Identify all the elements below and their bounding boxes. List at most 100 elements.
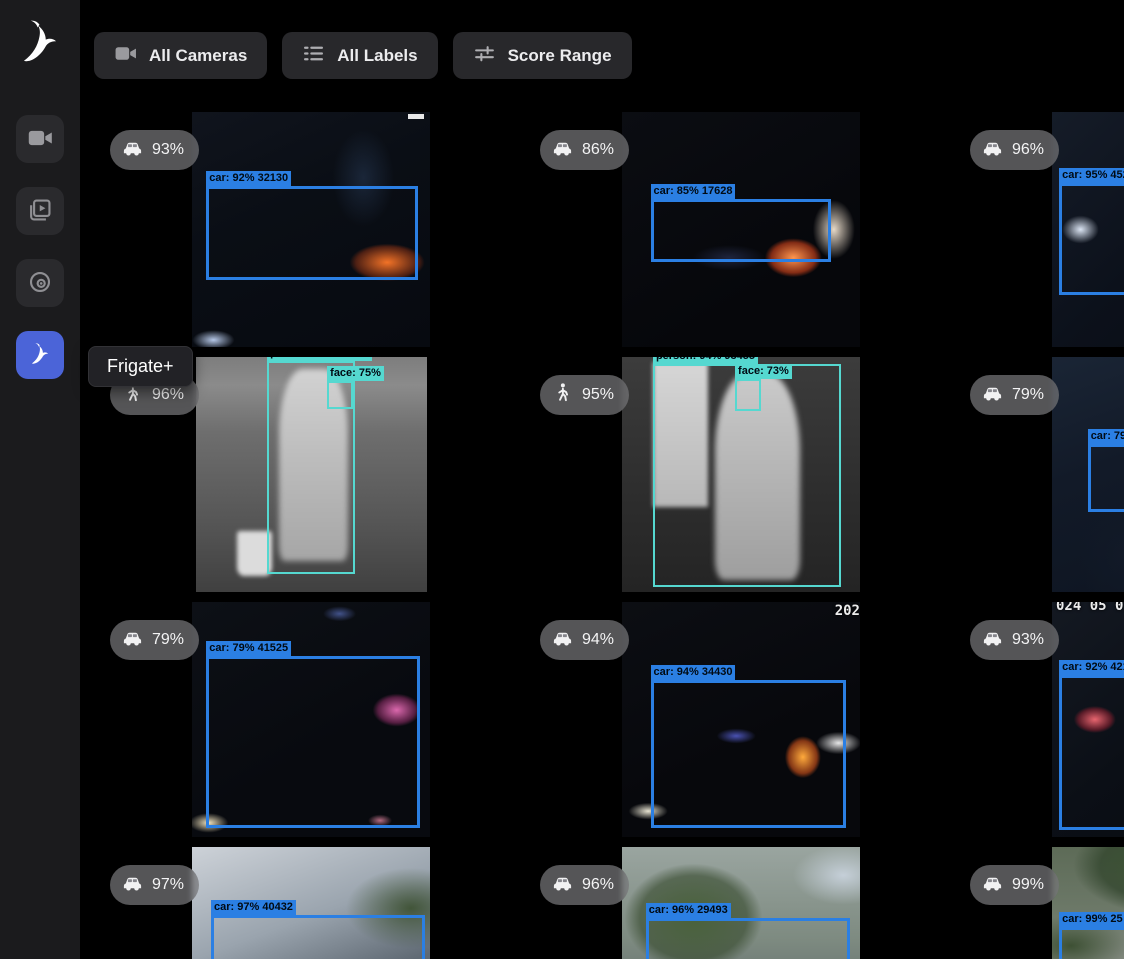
badge-score: 99% [1012, 876, 1044, 894]
event-thumbnail[interactable]: car: 92% 32130 [192, 112, 430, 347]
score-badge: 95% [540, 375, 629, 415]
camera-timestamp: 024 05 0 [1056, 602, 1123, 614]
car-icon [552, 627, 573, 653]
sidebar-item-review[interactable] [16, 187, 64, 235]
car-icon [122, 872, 143, 898]
detection-bbox [651, 680, 846, 828]
event-cell[interactable]: person: 94% 93455face: 73% 95% [526, 357, 956, 592]
filter-toolbar: All Cameras All Labels Score Range [94, 32, 632, 79]
badge-score: 93% [1012, 631, 1044, 649]
car-icon [982, 382, 1003, 408]
detection-bbox [651, 199, 832, 262]
list-icon [302, 42, 325, 70]
sidebar-item-exports[interactable] [16, 259, 64, 307]
event-cell[interactable]: car: 97% 40432 97% [96, 847, 526, 959]
event-thumbnail[interactable]: car: 79% [1052, 357, 1124, 592]
badge-score: 79% [152, 631, 184, 649]
event-grid: car: 92% 32130 93% car: 85% 17628 86% car: 9… [96, 112, 1124, 959]
score-badge: 93% [970, 620, 1059, 660]
person-icon [552, 382, 573, 408]
event-cell[interactable]: car: 96% 29493 96% [526, 847, 956, 959]
badge-score: 97% [152, 876, 184, 894]
car-icon [552, 872, 573, 898]
detection-label: car: 99% 25 [1059, 912, 1124, 927]
detection-bbox [1088, 444, 1124, 512]
event-cell[interactable]: car: 92% 4216 024 05 0 93% [956, 602, 1124, 837]
bird-icon [27, 341, 53, 370]
event-thumbnail[interactable]: car: 96% 29493 [622, 847, 860, 959]
badge-score: 93% [152, 141, 184, 159]
detection-label: car: 92% 4216 [1059, 660, 1124, 675]
event-cell[interactable]: person: 96% 91707 face: 75% 96% [96, 357, 526, 592]
detection-label: face: 73% [735, 364, 792, 379]
detection-label: car: 97% 40432 [211, 900, 296, 915]
event-cell[interactable]: car: 79% 79% [956, 357, 1124, 592]
car-icon [122, 137, 143, 163]
car-icon [982, 137, 1003, 163]
detection-label: person: 96% 91707 [267, 357, 372, 361]
event-thumbnail[interactable]: car: 94% 34430 202 [622, 602, 860, 837]
detection-label: car: 79% [1088, 429, 1124, 444]
detection-label: car: 92% 32130 [206, 171, 291, 186]
car-icon [552, 137, 573, 163]
content-area: All Cameras All Labels Score Range car: 92… [80, 0, 1124, 959]
filter-button-label: All Labels [337, 46, 417, 66]
sidebar-item-frigate-plus[interactable] [16, 331, 64, 379]
score-badge: 79% [970, 375, 1059, 415]
car-icon [122, 627, 143, 653]
detection-bbox [327, 381, 352, 409]
filter-button-label: All Cameras [149, 46, 247, 66]
frigate-logo[interactable] [17, 16, 63, 72]
event-cell[interactable]: car: 79% 41525 79% [96, 602, 526, 837]
detection-label: person: 94% 93455 [653, 357, 758, 364]
event-cell[interactable]: car: 95% 45260 96% [956, 112, 1124, 347]
detection-label: car: 96% 29493 [646, 903, 731, 918]
detection-bbox [206, 656, 420, 828]
badge-score: 95% [582, 386, 614, 404]
detection-label: car: 95% 45260 [1059, 168, 1124, 183]
event-thumbnail[interactable]: car: 95% 45260 [1052, 112, 1124, 347]
score-badge: 94% [540, 620, 629, 660]
event-thumbnail[interactable]: car: 79% 41525 [192, 602, 430, 837]
detection-label: car: 94% 34430 [651, 665, 736, 680]
badge-score: 86% [582, 141, 614, 159]
review-icon [27, 197, 53, 226]
sidebar-item-live[interactable] [16, 115, 64, 163]
event-cell[interactable]: car: 94% 34430 202 94% [526, 602, 956, 837]
filter-button-score-range[interactable]: Score Range [453, 32, 632, 79]
detection-bbox [1059, 927, 1124, 959]
event-cell[interactable]: car: 85% 17628 86% [526, 112, 956, 347]
score-badge: 99% [970, 865, 1059, 905]
event-thumbnail[interactable]: car: 97% 40432 [192, 847, 430, 959]
event-thumbnail[interactable]: car: 85% 17628 [622, 112, 860, 347]
detection-bbox [735, 379, 761, 411]
detection-bbox [1059, 183, 1124, 296]
score-badge: 86% [540, 130, 629, 170]
detection-bbox [206, 186, 418, 280]
score-badge: 79% [110, 620, 199, 660]
camera-icon [27, 125, 53, 154]
event-thumbnail[interactable]: car: 92% 4216 024 05 0 [1052, 602, 1124, 837]
badge-score: 96% [582, 876, 614, 894]
detection-label: car: 79% 41525 [206, 641, 291, 656]
filter-button-all-labels[interactable]: All Labels [282, 32, 437, 79]
filter-button-all-cameras[interactable]: All Cameras [94, 32, 267, 79]
car-icon [982, 872, 1003, 898]
detection-label: car: 85% 17628 [651, 184, 736, 199]
detection-bbox [1059, 675, 1124, 830]
badge-score: 96% [1012, 141, 1044, 159]
score-badge: 97% [110, 865, 199, 905]
score-badge: 96% [540, 865, 629, 905]
car-icon [982, 627, 1003, 653]
badge-score: 79% [1012, 386, 1044, 404]
camera-timestamp: 202 [835, 603, 860, 619]
camera-icon [114, 42, 137, 70]
badge-score: 96% [152, 386, 184, 404]
event-cell[interactable]: car: 92% 32130 93% [96, 112, 526, 347]
event-thumbnail[interactable]: person: 94% 93455face: 73% [622, 357, 860, 592]
sidebar [0, 0, 80, 959]
detection-label: face: 75% [327, 366, 384, 381]
event-thumbnail[interactable]: car: 99% 25 [1052, 847, 1124, 959]
event-cell[interactable]: car: 99% 25 99% [956, 847, 1124, 959]
event-thumbnail[interactable]: person: 96% 91707 face: 75% [196, 357, 427, 592]
